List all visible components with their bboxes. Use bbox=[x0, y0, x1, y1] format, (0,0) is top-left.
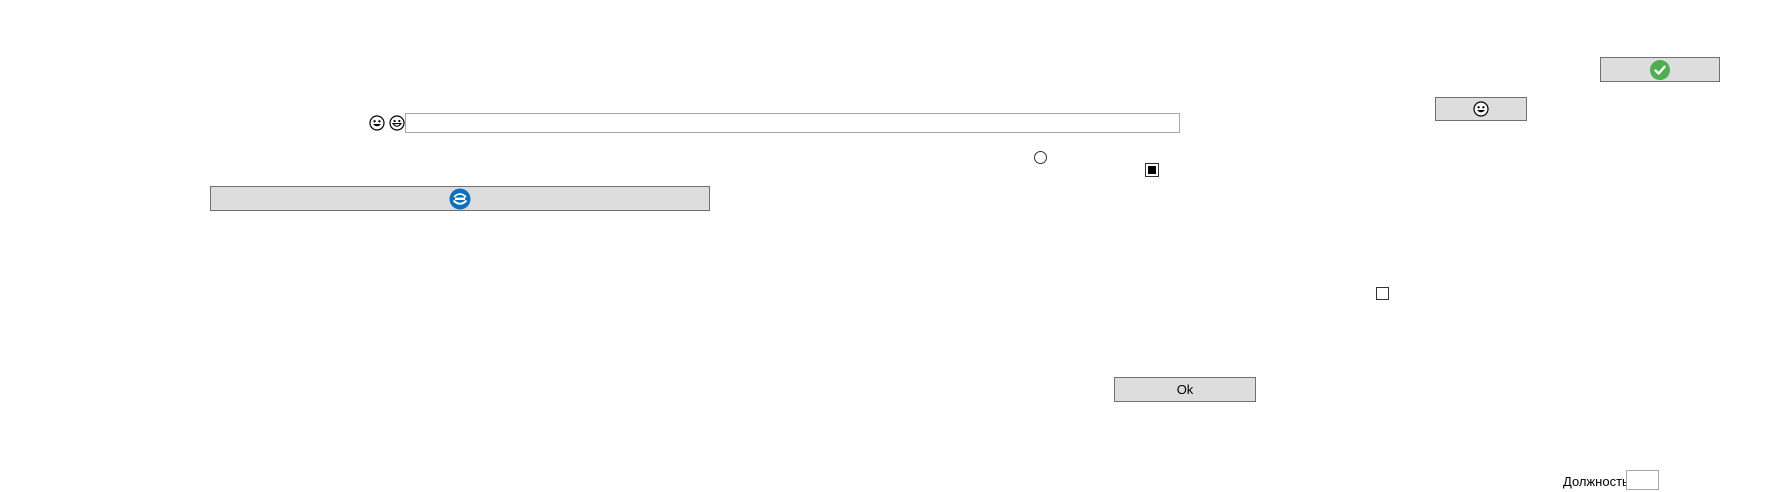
checkbox-empty[interactable] bbox=[1376, 287, 1389, 300]
check-circle-icon bbox=[1650, 59, 1670, 80]
grinning-face-icon[interactable] bbox=[389, 115, 405, 131]
position-input[interactable] bbox=[1626, 470, 1659, 490]
smiley-face-icon bbox=[1473, 101, 1489, 117]
ok-button[interactable]: Ok bbox=[1114, 377, 1256, 402]
position-label: Должность bbox=[1563, 474, 1629, 489]
sync-circle-icon bbox=[449, 188, 471, 209]
text-input[interactable] bbox=[405, 113, 1180, 133]
emoji-button[interactable] bbox=[1435, 97, 1527, 121]
radio-button[interactable] bbox=[1034, 151, 1047, 164]
checkbox-checked[interactable] bbox=[1145, 163, 1159, 177]
smiley-face-icon[interactable] bbox=[369, 115, 385, 131]
confirm-button[interactable] bbox=[1600, 57, 1720, 82]
sync-button[interactable] bbox=[210, 186, 710, 211]
